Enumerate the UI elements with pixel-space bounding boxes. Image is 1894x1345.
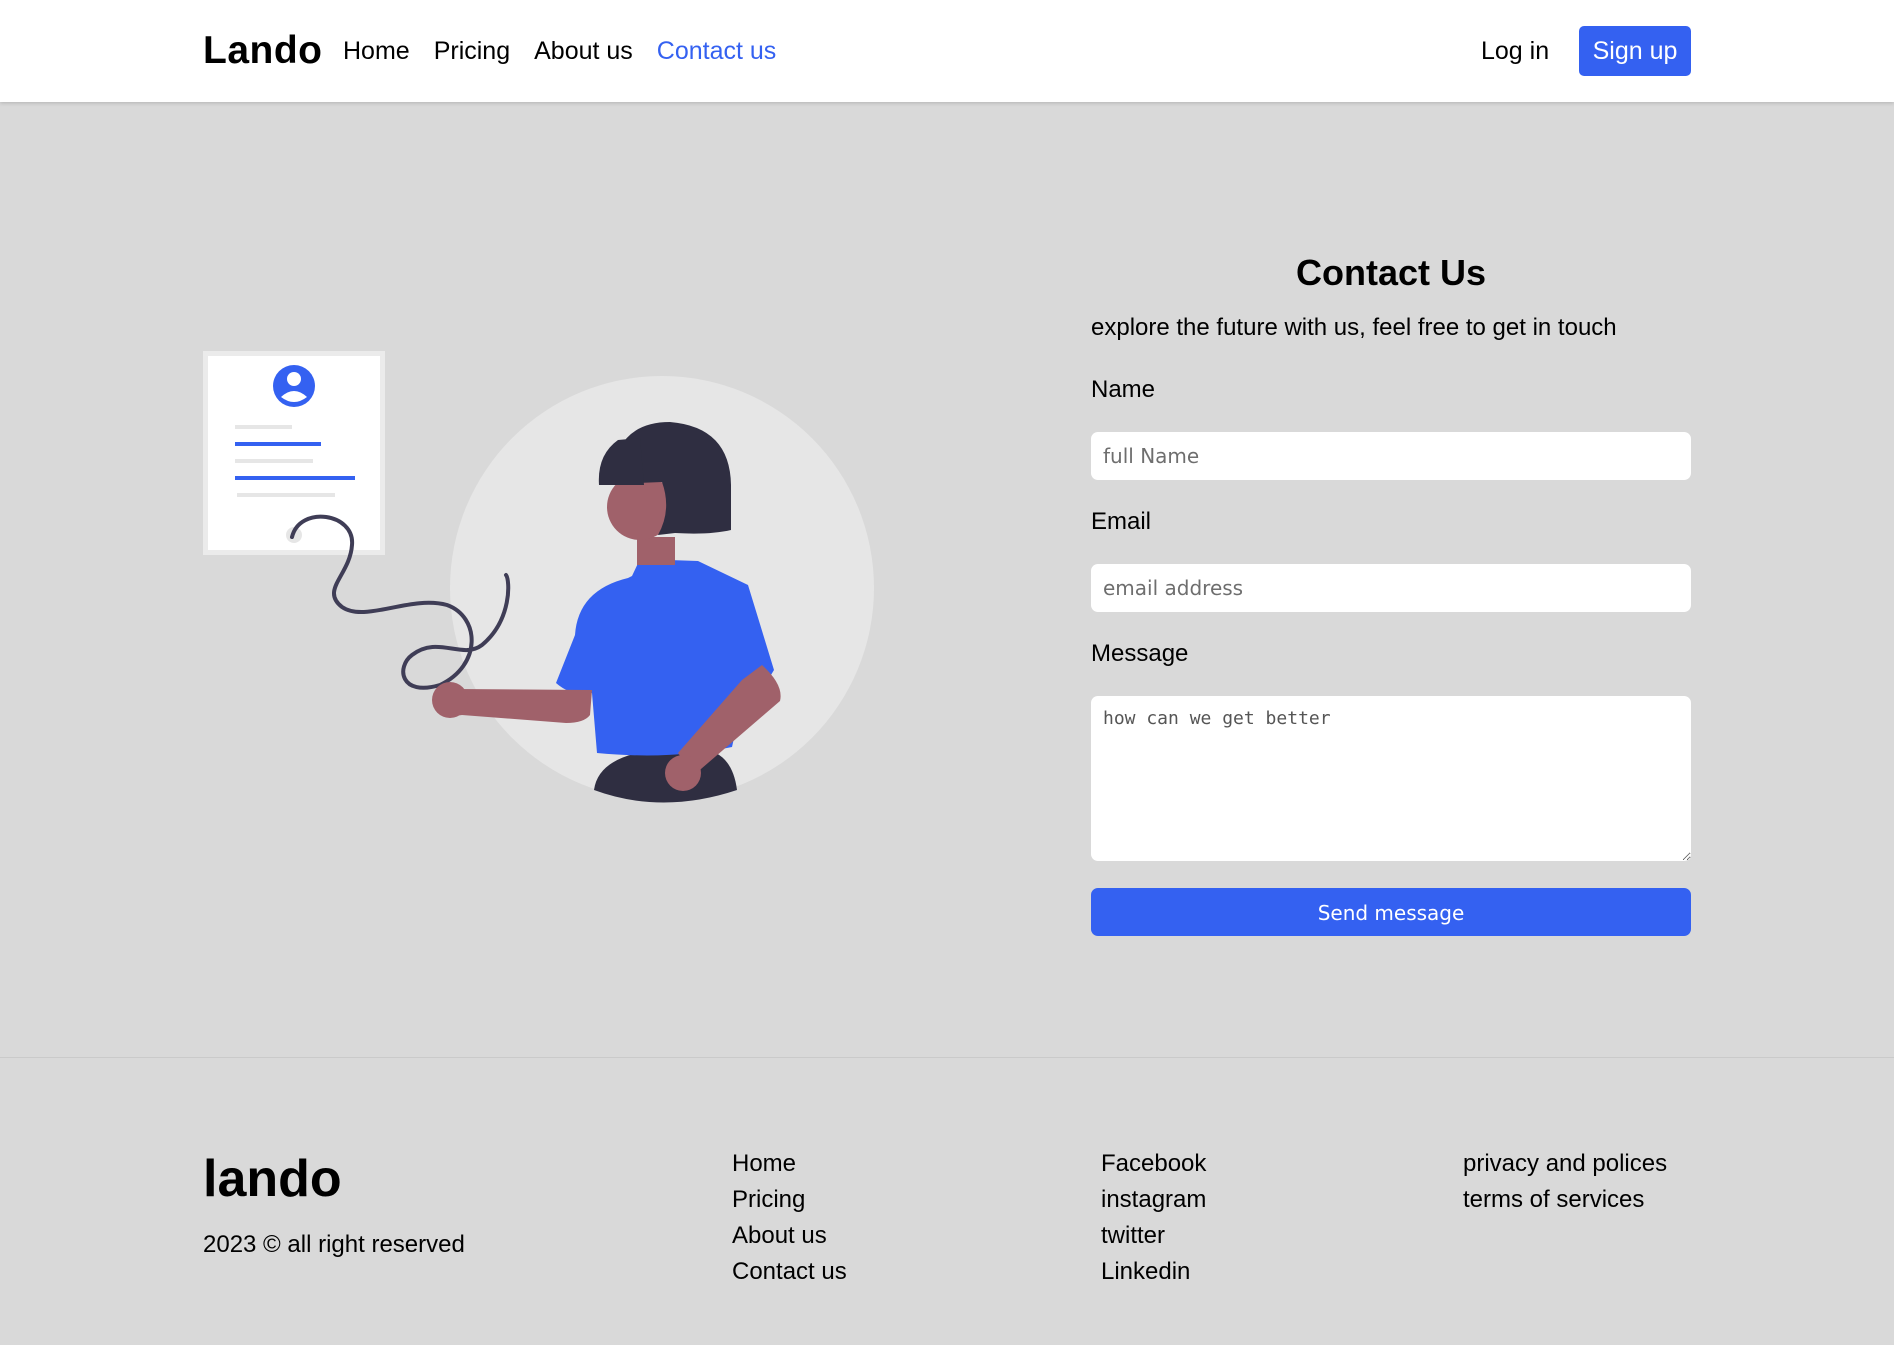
footer-copyright: 2023 © all right reserved [203, 1231, 465, 1258]
footer-privacy-link[interactable]: privacy and polices [1463, 1146, 1667, 1182]
nav-links: Home Pricing About us Contact us [343, 34, 776, 68]
footer-terms-link[interactable]: terms of services [1463, 1182, 1667, 1218]
footer-twitter-link[interactable]: twitter [1101, 1218, 1206, 1254]
footer-facebook-link[interactable]: Facebook [1101, 1146, 1206, 1182]
contact-illustration [200, 345, 880, 805]
name-label: Name [1091, 376, 1156, 403]
message-label: Message [1091, 640, 1189, 667]
nav-pricing-link[interactable]: Pricing [434, 34, 510, 68]
email-label: Email [1091, 508, 1152, 535]
footer-legal-links: privacy and polices terms of services [1463, 1146, 1667, 1218]
footer-brand: lando [203, 1150, 342, 1208]
contact-title: Contact Us [1295, 252, 1487, 293]
signup-button[interactable]: Sign up [1579, 26, 1691, 76]
footer-about-link[interactable]: About us [732, 1218, 847, 1254]
footer-social-links: Facebook instagram twitter Linkedin [1101, 1146, 1206, 1290]
contact-subtitle: explore the future with us, feel free to… [1091, 314, 1617, 341]
footer-contact-link[interactable]: Contact us [732, 1254, 847, 1290]
login-link[interactable]: Log in [1481, 34, 1549, 68]
user-circle-icon [273, 365, 315, 407]
name-input[interactable] [1091, 432, 1691, 480]
email-input[interactable] [1091, 564, 1691, 612]
footer: lando 2023 © all right reserved Home Pri… [0, 1057, 1894, 1345]
woman-with-document-illustration [203, 351, 874, 803]
nav-home-link[interactable]: Home [343, 34, 410, 68]
brand-logo[interactable]: Lando [203, 26, 322, 76]
navbar: Lando Home Pricing About us Contact us L… [0, 0, 1894, 102]
footer-nav-links: Home Pricing About us Contact us [732, 1146, 847, 1290]
nav-contact-link[interactable]: Contact us [657, 34, 777, 68]
nav-about-link[interactable]: About us [534, 34, 633, 68]
footer-pricing-link[interactable]: Pricing [732, 1182, 847, 1218]
footer-home-link[interactable]: Home [732, 1146, 847, 1182]
footer-instagram-link[interactable]: instagram [1101, 1182, 1206, 1218]
footer-linkedin-link[interactable]: Linkedin [1101, 1254, 1206, 1290]
profile-document [203, 351, 385, 555]
message-textarea[interactable] [1091, 696, 1691, 861]
send-message-button[interactable]: Send message [1091, 888, 1691, 936]
